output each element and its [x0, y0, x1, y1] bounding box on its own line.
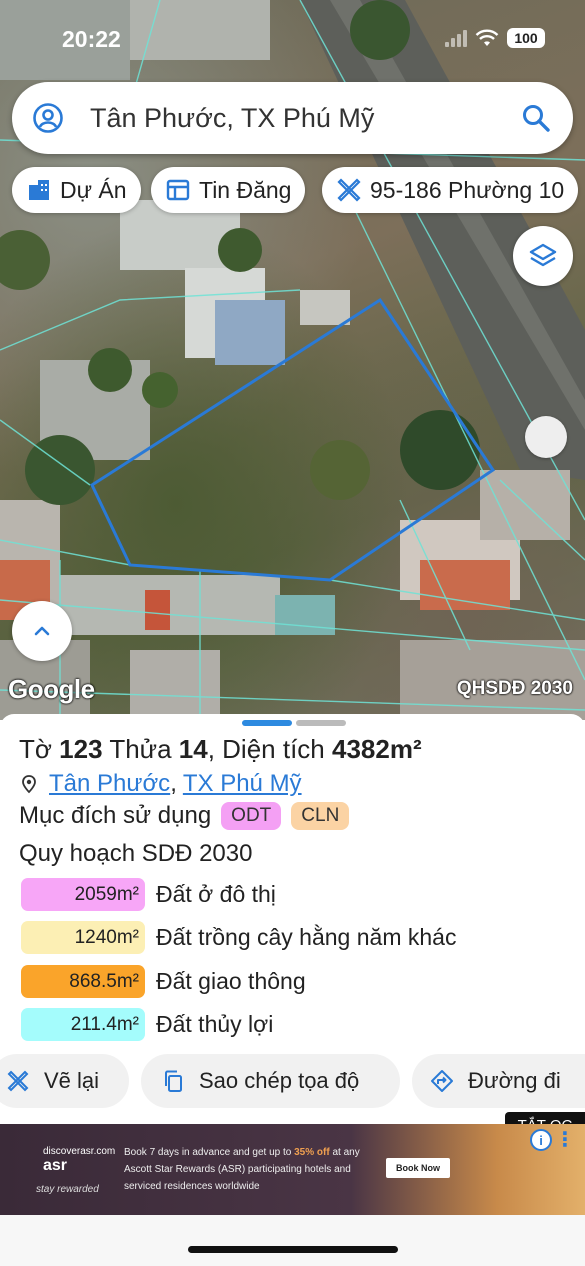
plan-row: 868.5m² Đất giao thông	[21, 965, 306, 998]
plan-title: Quy hoạch SDĐ 2030	[19, 840, 253, 867]
plan-row-label: Đất ở đô thị	[156, 881, 276, 907]
ad-cta-button[interactable]: Book Now	[386, 1158, 450, 1178]
layers-button[interactable]	[513, 226, 573, 286]
ad-message: Book 7 days in advance and get up to 35%…	[124, 1147, 360, 1192]
ruler-icon	[7, 1070, 29, 1092]
plan-row-label: Đất thủy lợi	[156, 1011, 274, 1037]
plan-row-area: 211.4m²	[21, 1008, 145, 1041]
chip-tin-dang[interactable]: Tin Đăng	[151, 167, 306, 213]
google-logo: Google	[8, 674, 95, 704]
ad-info-icon[interactable]: i	[530, 1129, 552, 1151]
plan-row-area: 868.5m²	[21, 965, 145, 998]
ad-banner[interactable]: discoverasr.com asr stay rewarded Book 7 …	[0, 1124, 585, 1215]
status-icons: 100	[445, 28, 545, 48]
chevron-up-icon	[34, 626, 50, 636]
directions-icon	[431, 1070, 453, 1092]
parcel-info-sheet[interactable]: Tờ 123 Thửa 14, Diện tích 4382m² Tân Phư…	[0, 714, 585, 1266]
usage-purpose: Mục đích sử dụng ODT CLN	[19, 802, 350, 830]
ad-menu-icon[interactable]: ⋮	[555, 1130, 575, 1150]
plan-row: 211.4m² Đất thủy lợi	[21, 1008, 273, 1041]
chip-du-an[interactable]: Dự Án	[12, 167, 141, 213]
parcel-title: Tờ 123 Thửa 14, Diện tích 4382m²	[19, 734, 422, 764]
usage-badge-cln: CLN	[291, 802, 350, 830]
directions-button[interactable]: Đường đi	[412, 1054, 585, 1108]
status-time: 20:22	[62, 26, 121, 52]
layer-label: QHSDĐ 2030	[456, 678, 573, 699]
chip-label: 95-186 Phường 10	[370, 176, 565, 203]
search-icon[interactable]	[521, 103, 551, 133]
expand-up-button[interactable]	[12, 601, 72, 661]
ward-link[interactable]: Tân Phước	[49, 770, 170, 798]
location-pin-icon	[22, 775, 36, 794]
chip-label: Dự Án	[60, 176, 127, 203]
ruler-icon	[337, 178, 361, 202]
parcel-location: Tân Phước, TX Phú Mỹ	[19, 770, 302, 798]
user-icon[interactable]	[32, 102, 64, 134]
layers-icon	[529, 243, 557, 267]
plan-row-label: Đất trồng cây hằng năm khác	[156, 924, 457, 950]
action-bar: Vẽ lại Sao chép tọa độ Đường đi	[0, 1054, 585, 1110]
listing-icon	[166, 179, 190, 201]
ad-tagline: stay rewarded	[36, 1184, 99, 1195]
plan-row-area: 1240m²	[21, 921, 145, 954]
wifi-icon	[475, 29, 499, 46]
battery-icon: 100	[507, 28, 545, 48]
town-link[interactable]: TX Phú Mỹ	[183, 770, 302, 798]
redraw-button[interactable]: Vẽ lại	[0, 1054, 129, 1108]
map-drag-handle[interactable]	[525, 416, 567, 458]
bottom-bar	[0, 1215, 585, 1266]
building-icon	[29, 180, 49, 200]
sheet-pager[interactable]	[242, 720, 346, 726]
search-bar[interactable]: Tân Phước, TX Phú Mỹ	[12, 82, 573, 154]
satellite-map[interactable]: 20:22 100 Tân Phước, TX Phú Mỹ Dự Án Tin…	[0, 0, 585, 720]
copy-icon	[165, 1070, 182, 1092]
plan-row: 2059m² Đất ở đô thị	[21, 878, 276, 911]
ad-brand: discoverasr.com asr	[43, 1146, 116, 1174]
signal-icon	[445, 29, 467, 47]
plan-row: 1240m² Đất trồng cây hằng năm khác	[21, 921, 456, 954]
plan-row-area: 2059m²	[21, 878, 145, 911]
chip-parcel-id[interactable]: 95-186 Phường 10	[322, 167, 579, 213]
copy-coordinates-button[interactable]: Sao chép tọa độ	[141, 1054, 400, 1108]
search-title: Tân Phước, TX Phú Mỹ	[90, 102, 375, 133]
usage-label: Mục đích sử dụng	[19, 802, 212, 829]
plan-row-label: Đất giao thông	[156, 968, 306, 994]
home-indicator[interactable]	[188, 1246, 398, 1253]
chip-label: Tin Đăng	[199, 176, 292, 203]
usage-badge-odt: ODT	[221, 802, 282, 830]
